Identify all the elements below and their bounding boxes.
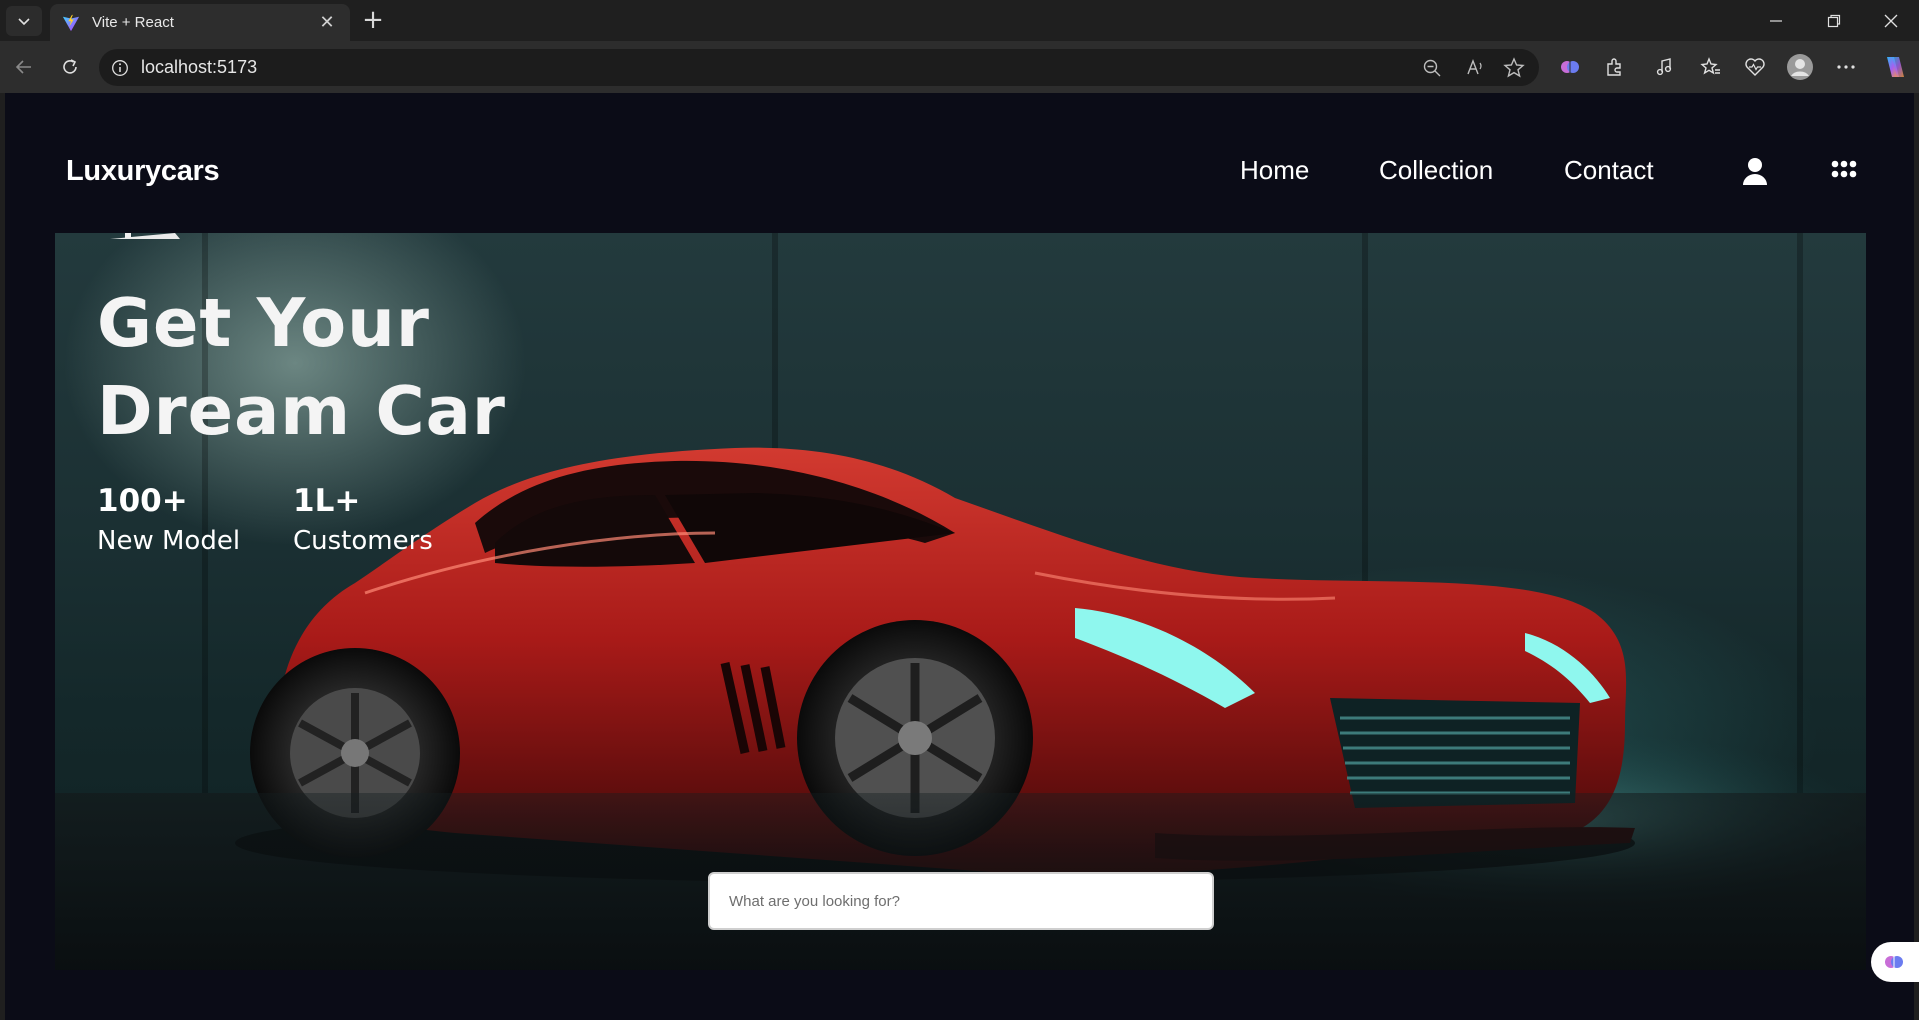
- new-tab-button[interactable]: +: [358, 6, 388, 36]
- favorites-icon[interactable]: [1697, 53, 1725, 81]
- stat-label: New Model: [97, 526, 241, 556]
- minimize-icon: [1770, 19, 1782, 22]
- nav-collection-link[interactable]: Collection: [1379, 155, 1493, 186]
- brand-logo[interactable]: Luxurycars: [66, 155, 220, 188]
- browser-tab-bar: Vite + React ✕ +: [0, 0, 1919, 41]
- hero-title: Get Your Dream Car: [97, 284, 506, 450]
- favorite-star-icon[interactable]: [1501, 55, 1527, 81]
- arrow-left-icon: [15, 60, 31, 74]
- info-icon: [112, 59, 128, 76]
- reload-icon: [63, 59, 77, 74]
- reload-button[interactable]: [54, 51, 86, 83]
- read-aloud-icon[interactable]: [1462, 55, 1488, 81]
- stat-value: 100+: [97, 483, 188, 519]
- vite-logo-icon: [62, 14, 80, 31]
- chevron-down-icon: [18, 18, 30, 26]
- tab-title: Vite + React: [92, 14, 174, 31]
- restore-button[interactable]: [1806, 0, 1862, 41]
- nav-home-link[interactable]: Home: [1240, 155, 1309, 186]
- profile-avatar-icon[interactable]: [1786, 53, 1814, 81]
- close-window-button[interactable]: [1863, 0, 1919, 41]
- copilot-brain-icon[interactable]: [1556, 53, 1584, 81]
- tab-actions-menu-button[interactable]: [6, 6, 42, 36]
- address-url: localhost:5173: [141, 57, 258, 77]
- browser-essentials-icon[interactable]: [1741, 53, 1769, 81]
- zoom-out-icon[interactable]: [1419, 55, 1445, 81]
- hero-banner: Get Your Dream Car 100+ New Model 1L+ Cu…: [55, 233, 1866, 970]
- close-icon: [1884, 14, 1898, 27]
- close-tab-icon[interactable]: ✕: [316, 12, 338, 33]
- back-button[interactable]: [8, 51, 40, 83]
- copilot-sidebar-button[interactable]: [1871, 942, 1919, 982]
- stat-label: Customers: [293, 526, 433, 556]
- copilot-brain-icon: [1885, 956, 1903, 968]
- extensions-icon[interactable]: [1601, 53, 1629, 81]
- stat-value: 1L+: [293, 483, 361, 519]
- restore-icon: [1827, 14, 1841, 27]
- browser-toolbar: localhost:5173: [0, 41, 1919, 93]
- stat-new-models: 100+ New Model: [97, 481, 240, 561]
- more-options-icon[interactable]: [1832, 53, 1860, 81]
- nav-contact-link[interactable]: Contact: [1564, 155, 1654, 186]
- search-input[interactable]: [708, 872, 1214, 930]
- browser-tab-active[interactable]: Vite + React ✕: [50, 4, 350, 41]
- stat-customers: 1L+ Customers: [293, 481, 433, 561]
- media-control-icon[interactable]: [1651, 53, 1679, 81]
- user-icon[interactable]: [1740, 156, 1770, 186]
- copilot-icon[interactable]: [1879, 53, 1907, 81]
- address-bar[interactable]: localhost:5173: [99, 49, 1539, 86]
- minimize-button[interactable]: [1748, 0, 1804, 41]
- apps-grid-icon[interactable]: [1831, 159, 1857, 181]
